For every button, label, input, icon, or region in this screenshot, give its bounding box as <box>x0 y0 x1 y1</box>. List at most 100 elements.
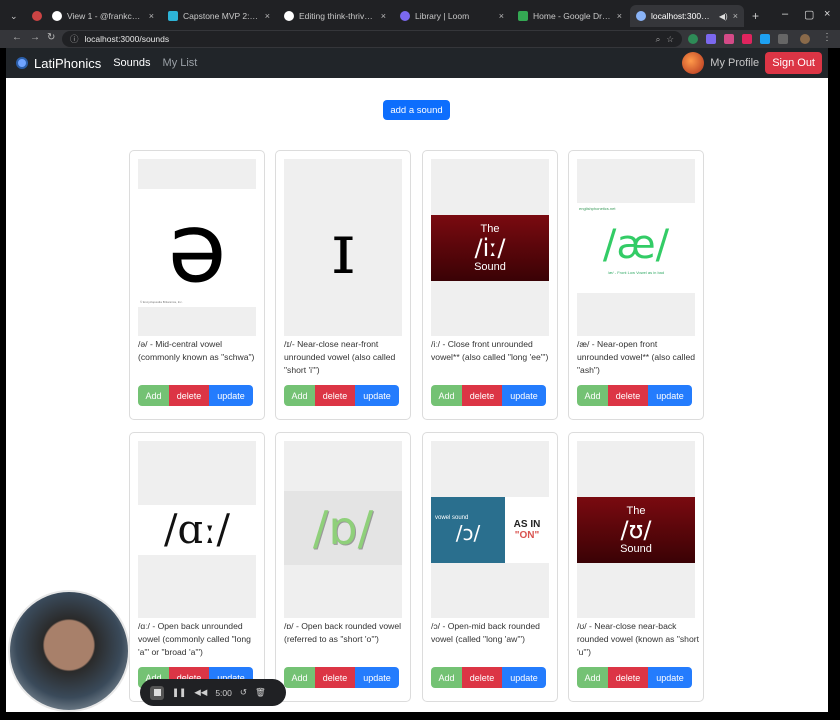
brand[interactable]: LatiPhonics <box>16 56 101 71</box>
add-button[interactable]: Add <box>284 385 315 406</box>
stop-recording-button[interactable] <box>150 685 164 700</box>
ipa-banner-image: The /ʊ/ Sound <box>577 497 695 563</box>
ipa-image: /ɒ/ <box>284 491 402 565</box>
update-button[interactable]: update <box>648 667 692 688</box>
menu-dots-icon[interactable]: ⋮ <box>822 32 832 43</box>
close-icon[interactable]: × <box>149 11 154 21</box>
new-tab-button[interactable]: + <box>746 5 764 27</box>
sound-description: /ɒ/ - Open back rounded vowel (referred … <box>284 621 402 644</box>
ipa-green-image: englishphonetics.net /æ/ /æ/ - Front Low… <box>577 203 695 293</box>
add-button[interactable]: Add <box>138 385 169 406</box>
update-button[interactable]: update <box>355 385 399 406</box>
avatar[interactable] <box>682 52 705 74</box>
profile-avatar[interactable] <box>800 34 810 44</box>
back-icon[interactable]: ← <box>12 32 22 43</box>
tab-5[interactable]: localhost:3000/sou◀)× <box>630 5 744 27</box>
update-button[interactable]: update <box>648 385 692 406</box>
sound-image: The /ʊ/ Sound <box>577 441 695 618</box>
sound-card: The /ʊ/ Sound /ʊ/ - Near-close near-back… <box>568 432 704 702</box>
nav-sounds[interactable]: Sounds <box>113 57 150 69</box>
extension-icon[interactable] <box>760 34 770 44</box>
drive-icon <box>518 11 528 21</box>
sound-card: /ɑː/ /ɑː/ - Open back unrounded vowel (c… <box>129 432 265 702</box>
tab-1[interactable]: Capstone MVP 2: Fronte× <box>162 5 276 27</box>
tab-2[interactable]: Editing think-thrive2/R × <box>278 5 392 27</box>
extension-icon[interactable] <box>688 34 698 44</box>
tab-search-button[interactable]: ⌄ <box>4 5 24 27</box>
maximize-icon[interactable]: ▢ <box>804 8 814 21</box>
add-button[interactable]: Add <box>431 667 462 688</box>
delete-button[interactable]: delete <box>462 667 502 688</box>
browser-tab-bar: ⌄ View 1 - @frankcampos× Capstone MVP 2:… <box>0 0 840 30</box>
update-button[interactable]: update <box>502 385 546 406</box>
delete-button[interactable]: delete <box>169 385 209 406</box>
speaker-icon[interactable]: ◀) <box>719 12 728 21</box>
sound-description: /ɑː/ - Open back unrounded vowel (common… <box>138 621 251 657</box>
sound-card: englishphonetics.net /æ/ /æ/ - Front Low… <box>568 150 704 420</box>
ipa-image: ɪ <box>331 208 355 290</box>
rewind-icon[interactable]: ◀◀ <box>194 687 207 698</box>
forward-icon[interactable]: → <box>30 32 40 43</box>
sound-description: /ʊ/ - Near-close near-back rounded vowel… <box>577 621 699 657</box>
close-icon[interactable]: × <box>265 11 270 21</box>
close-icon[interactable]: × <box>499 11 504 21</box>
recording-controls: ❚❚ ◀◀ 5:00 ↺ 🗑 <box>140 679 286 706</box>
address-bar[interactable]: ⓘ localhost:3000/sounds ⌕ ☆ <box>62 31 682 47</box>
sign-out-button[interactable]: Sign Out <box>765 52 822 74</box>
trash-icon[interactable]: 🗑 <box>255 687 266 698</box>
tab-4[interactable]: Home - Google Drive × <box>512 5 628 27</box>
reload-icon[interactable]: ↻ <box>47 32 55 43</box>
add-button[interactable]: Add <box>577 667 608 688</box>
document-icon <box>168 11 178 21</box>
sound-image: ə © Encyclopædia Britannica, Inc. <box>138 159 256 336</box>
close-icon[interactable]: × <box>617 11 622 21</box>
delete-button[interactable]: delete <box>315 667 355 688</box>
nav-my-profile[interactable]: My Profile <box>710 57 759 69</box>
sound-image: /ɑː/ <box>138 441 256 618</box>
bookmark-star-icon[interactable]: ☆ <box>666 34 674 45</box>
recording-timer: 5:00 <box>215 687 232 698</box>
record-icon <box>32 11 42 21</box>
plus-icon: + <box>752 9 760 23</box>
minimize-icon[interactable]: – <box>782 8 788 20</box>
browser-toolbar: ← → ↻ ⓘ localhost:3000/sounds ⌕ ☆ ⋮ <box>0 30 840 48</box>
delete-button[interactable]: delete <box>462 385 502 406</box>
ipa-teal-panel: vowel sound /ɔ/ <box>431 497 505 563</box>
sound-image: The /iː/ Sound <box>431 159 549 336</box>
extension-icon[interactable] <box>724 34 734 44</box>
add-button[interactable]: Add <box>431 385 462 406</box>
tab-3[interactable]: Library | Loom × <box>394 5 510 27</box>
sound-image: ɪ <box>284 159 402 336</box>
update-button[interactable]: update <box>209 385 253 406</box>
github-icon <box>52 11 62 21</box>
close-window-icon[interactable]: × <box>824 8 830 20</box>
update-button[interactable]: update <box>355 667 399 688</box>
nav-my-list[interactable]: My List <box>163 57 198 69</box>
ipa-image: /ɑː/ <box>138 505 256 555</box>
delete-button[interactable]: delete <box>608 667 648 688</box>
brand-name: LatiPhonics <box>34 55 102 71</box>
sound-description: /iː/ - Close front unrounded vowel** (al… <box>431 339 549 362</box>
webcam-bubble[interactable] <box>8 590 130 712</box>
sound-image: vowel sound /ɔ/ AS IN "ON" <box>431 441 549 618</box>
add-button[interactable]: Add <box>577 385 608 406</box>
puzzle-icon[interactable] <box>778 34 788 44</box>
zoom-icon[interactable]: ⌕ <box>656 34 661 45</box>
delete-button[interactable]: delete <box>608 385 648 406</box>
loom-extension-icon[interactable] <box>706 34 716 44</box>
sounds-page: add a sound ə © Encyclopædia Britannica,… <box>6 78 828 712</box>
tab-pinned[interactable] <box>26 5 44 27</box>
add-button[interactable]: Add <box>284 667 315 688</box>
sound-image: /ɒ/ <box>284 441 402 618</box>
tab-0[interactable]: View 1 - @frankcampos× <box>46 5 160 27</box>
site-info-icon[interactable]: ⓘ <box>70 33 79 45</box>
ipa-banner-image: The /iː/ Sound <box>431 215 549 281</box>
pause-icon[interactable]: ❚❚ <box>172 687 186 698</box>
close-icon[interactable]: × <box>733 11 738 21</box>
add-sound-button[interactable]: add a sound <box>383 100 450 120</box>
update-button[interactable]: update <box>502 667 546 688</box>
delete-button[interactable]: delete <box>315 385 355 406</box>
close-icon[interactable]: × <box>381 11 386 21</box>
restart-icon[interactable]: ↺ <box>240 687 247 698</box>
extension-icon[interactable] <box>742 34 752 44</box>
